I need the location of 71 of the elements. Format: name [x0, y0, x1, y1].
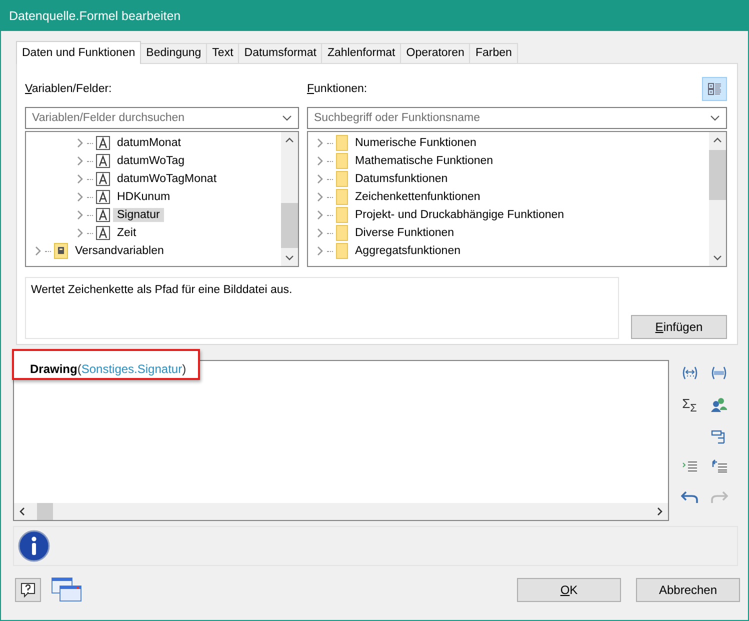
chevron-down-icon: [282, 115, 292, 121]
variables-label: Variablen/Felder:: [25, 83, 112, 95]
tree-item[interactable]: HDKunum: [113, 190, 174, 204]
tree-item[interactable]: Versandvariablen: [71, 244, 168, 258]
scroll-up-icon[interactable]: [713, 137, 722, 143]
folder-icon: [336, 171, 348, 187]
insert-button[interactable]: Einfügen: [631, 315, 727, 339]
expand-icon[interactable]: [34, 246, 42, 256]
folder-icon: [336, 225, 348, 241]
tree-item[interactable]: Diverse Funktionen: [351, 226, 458, 240]
redo-icon[interactable]: [710, 490, 728, 504]
undo-icon[interactable]: [680, 490, 698, 504]
indent-icon[interactable]: [682, 459, 698, 473]
tree-item[interactable]: Projekt- und Druckabhängige Funktionen: [351, 208, 568, 222]
functions-label: Funktionen:: [307, 83, 368, 95]
folder-icon: [336, 135, 348, 151]
text-field-icon: [96, 172, 110, 186]
tab[interactable]: Daten und Funktionen: [16, 41, 142, 64]
horizontal-scrollbar[interactable]: [14, 503, 668, 520]
swap-arrows-icon[interactable]: [680, 366, 698, 380]
tree-item[interactable]: Mathematische Funktionen: [351, 154, 498, 168]
text-field-icon: [96, 208, 110, 222]
tree-structure-icon[interactable]: [710, 428, 726, 444]
scroll-thumb[interactable]: [281, 203, 298, 248]
tree-item[interactable]: Numerische Funktionen: [351, 136, 480, 150]
vertical-scrollbar[interactable]: [281, 132, 298, 266]
tree-item[interactable]: datumWoTag: [113, 154, 189, 168]
cancel-button[interactable]: Abbrechen: [636, 578, 740, 602]
folder-icon: [336, 153, 348, 169]
scroll-up-icon[interactable]: [285, 137, 294, 143]
view-toggle-button[interactable]: [702, 77, 727, 101]
scroll-thumb[interactable]: [709, 150, 726, 200]
description-text: Wertet Zeichenkette als Pfad für eine Bilddatei aus.: [31, 284, 292, 296]
windows-icon[interactable]: [51, 577, 83, 603]
tree-item[interactable]: datumWoTagMonat: [113, 172, 221, 186]
scroll-right-icon[interactable]: [657, 507, 663, 516]
folder-icon: [336, 243, 348, 259]
window-title: Datenquelle.Formel bearbeiten: [9, 9, 181, 23]
search-field[interactable]: Variablen/Felder durchsuchen: [25, 107, 299, 129]
tree-item[interactable]: Aggregatsfunktionen: [351, 244, 464, 258]
folder-icon: [336, 207, 348, 223]
field-placeholder-icon[interactable]: [710, 366, 728, 380]
scroll-down-icon[interactable]: [285, 255, 294, 261]
formula-editor[interactable]: [13, 360, 669, 521]
ok-button[interactable]: OK: [517, 578, 621, 602]
folder-icon: [336, 189, 348, 205]
tree-item[interactable]: datumMonat: [113, 136, 185, 150]
scroll-thumb[interactable]: [37, 503, 53, 520]
info-icon: [18, 530, 50, 562]
tree-item[interactable]: Signatur: [113, 208, 164, 222]
tree-item[interactable]: Zeit: [113, 226, 140, 240]
text-field-icon: [96, 226, 110, 240]
tree-item[interactable]: Zeichenkettenfunktionen: [351, 190, 484, 204]
formula-text: Drawing(Sonstiges.Signatur): [12, 349, 200, 380]
outdent-icon[interactable]: [710, 459, 728, 473]
scroll-left-icon[interactable]: [19, 507, 25, 516]
variable-group-icon: [54, 243, 68, 259]
tab[interactable]: Farben: [469, 43, 518, 63]
search-field[interactable]: Suchbegriff oder Funktionsname: [307, 107, 727, 129]
tree-item[interactable]: Datumsfunktionen: [351, 172, 452, 186]
scroll-down-icon[interactable]: [713, 255, 722, 261]
tree-view-icon: [708, 82, 722, 96]
help-button[interactable]: [15, 578, 41, 602]
text-field-icon: [96, 136, 110, 150]
sum-icon[interactable]: Σ$_{Σ}$: [682, 397, 697, 416]
people-icon[interactable]: [710, 397, 728, 413]
text-field-icon: [96, 190, 110, 204]
text-field-icon: [96, 154, 110, 168]
vertical-scrollbar[interactable]: [709, 132, 726, 266]
chevron-down-icon: [710, 115, 720, 121]
help-bubble-icon: [20, 582, 36, 598]
